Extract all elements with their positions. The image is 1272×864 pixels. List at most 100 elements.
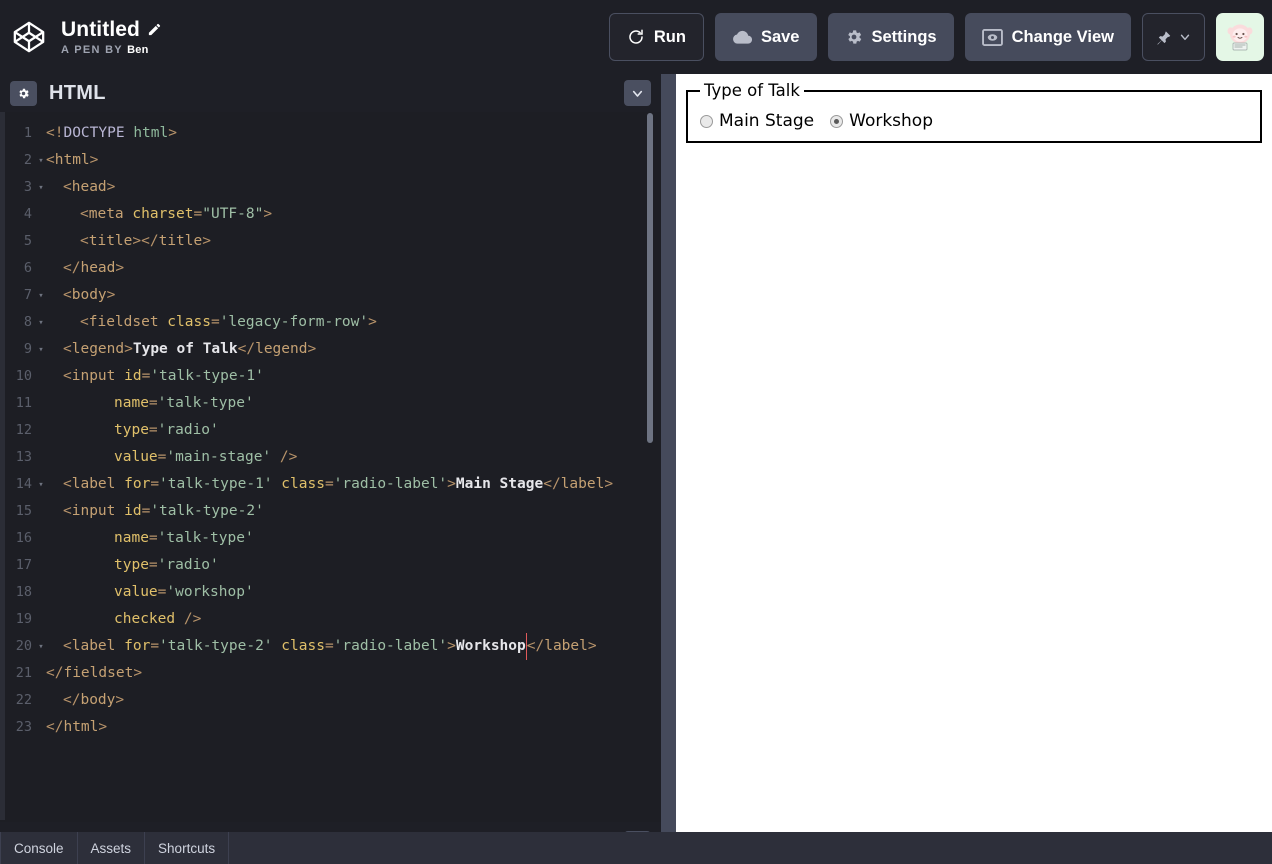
html-code-editor[interactable]: 1 <!DOCTYPE html> 2 ▾ <html> 3 ▾ <head> 4 <meta c…	[0, 112, 661, 820]
column-resize-handle[interactable]	[661, 74, 676, 832]
code-token: <	[80, 206, 89, 222]
code-line-text: <input id='talk-type-1'	[46, 363, 264, 390]
settings-button[interactable]: Settings	[827, 13, 954, 61]
code-fold-toggle-icon[interactable]: ▾	[36, 283, 46, 310]
pencil-icon[interactable]	[147, 22, 162, 37]
code-line[interactable]: 23 </html>	[0, 714, 645, 741]
bottom-tab-assets[interactable]: Assets	[78, 832, 146, 864]
code-line[interactable]: 1 <!DOCTYPE html>	[0, 120, 645, 147]
code-token: =	[210, 314, 220, 330]
code-line[interactable]: 10 <input id='talk-type-1'	[0, 363, 645, 390]
code-line[interactable]: 9 ▾ <legend>Type of Talk</legend>	[0, 336, 645, 363]
pin-dropdown-button[interactable]	[1142, 13, 1205, 61]
code-fold-toggle-icon[interactable]: ▾	[36, 175, 46, 202]
code-token: <	[80, 314, 89, 330]
code-fold-toggle-icon[interactable]: ▾	[36, 634, 46, 661]
code-token: >	[106, 287, 116, 303]
bottom-tab-console[interactable]: Console	[0, 832, 78, 864]
radio-label[interactable]: Workshop	[849, 111, 933, 131]
radio-dot	[834, 118, 840, 124]
code-token: >	[106, 179, 116, 195]
code-fold-toggle-icon[interactable]: ▾	[36, 337, 46, 364]
code-line[interactable]: 11 name='talk-type'	[0, 390, 645, 417]
code-line[interactable]: 16 name='talk-type'	[0, 525, 645, 552]
code-line[interactable]: 7 ▾ <body>	[0, 282, 645, 309]
code-token: 'talk-type'	[157, 530, 254, 546]
code-line[interactable]: 22 </body>	[0, 687, 645, 714]
code-line[interactable]: 14 ▾ <label for='talk-type-1' class='radio…	[0, 471, 645, 498]
code-scrollbar-thumb[interactable]	[647, 113, 653, 443]
code-line[interactable]: 15 <input id='talk-type-2'	[0, 498, 645, 525]
code-line[interactable]: 18 value='workshop'	[0, 579, 645, 606]
cloud-icon	[732, 29, 752, 45]
line-number: 9	[23, 341, 32, 357]
save-button-label: Save	[760, 27, 800, 46]
change-view-button[interactable]: Change View	[964, 13, 1131, 61]
code-line[interactable]: 17 type='radio'	[0, 552, 645, 579]
code-line[interactable]: 13 value='main-stage' />	[0, 444, 645, 471]
radio-workshop[interactable]	[830, 114, 844, 128]
radio-group: Main Stage Workshop	[700, 111, 933, 131]
code-line-text: <head>	[46, 174, 115, 201]
code-line[interactable]: 19 checked />	[0, 606, 645, 633]
code-token: charset	[123, 206, 194, 222]
pen-author[interactable]: Ben	[127, 44, 148, 56]
code-line-text: </html>	[46, 714, 107, 741]
code-line[interactable]: 4 <meta charset="UTF-8">	[0, 201, 645, 228]
code-token: <	[63, 503, 72, 519]
code-token: >	[98, 719, 108, 735]
code-line[interactable]: 20 ▾ <label for='talk-type-2' class='radio…	[0, 633, 645, 660]
run-button-label: Run	[653, 27, 686, 46]
code-token: <	[63, 341, 72, 357]
code-line-text: <title></title>	[46, 228, 211, 255]
code-token: </	[141, 233, 159, 249]
code-line[interactable]: 2 ▾ <html>	[0, 147, 645, 174]
code-token: =	[324, 476, 334, 492]
code-line-text: </fieldset>	[46, 660, 142, 687]
html-settings-gear-icon[interactable]	[10, 80, 37, 106]
code-token: >	[447, 638, 456, 654]
code-line[interactable]: 12 type='radio'	[0, 417, 645, 444]
run-button[interactable]: Run	[608, 13, 704, 61]
code-token: head	[71, 179, 107, 195]
code-token: </	[46, 665, 64, 681]
save-button[interactable]: Save	[714, 13, 817, 61]
code-line[interactable]: 6 </head>	[0, 255, 645, 282]
header-actions-group: Run Save Settings Change View	[608, 13, 1272, 61]
code-token: />	[175, 611, 202, 627]
code-token: >	[263, 206, 273, 222]
line-number: 17	[15, 557, 32, 573]
line-number: 21	[15, 665, 32, 681]
radio-main-stage[interactable]	[700, 114, 713, 128]
bottom-tab-shortcuts[interactable]: Shortcuts	[145, 832, 230, 864]
code-fold-toggle-icon[interactable]: ▾	[36, 310, 46, 337]
code-line-text: </head>	[46, 255, 124, 282]
code-token: Type of Talk	[132, 341, 238, 357]
code-token: </	[46, 719, 64, 735]
line-number: 1	[23, 125, 32, 141]
code-token: 'radio'	[157, 557, 219, 573]
html-collapse-chevron-down-icon[interactable]	[624, 80, 651, 106]
code-fold-toggle-icon[interactable]: ▾	[36, 472, 46, 499]
code-line[interactable]: 21 </fieldset>	[0, 660, 645, 687]
code-scrollbar-track[interactable]	[645, 112, 655, 820]
code-line[interactable]: 3 ▾ <head>	[0, 174, 645, 201]
code-token: >	[124, 341, 133, 357]
html-editor-title: HTML	[49, 81, 106, 104]
page-title[interactable]: Untitled	[61, 18, 140, 41]
code-fold-toggle-icon[interactable]: ▾	[36, 148, 46, 175]
code-line[interactable]: 8 ▾ <fieldset class='legacy-form-row'>	[0, 309, 645, 336]
code-token: =	[148, 422, 158, 438]
pen-title-row: Untitled	[61, 18, 162, 41]
code-token: 'radio-label'	[333, 476, 448, 492]
code-token: >	[132, 233, 142, 249]
radio-label[interactable]: Main Stage	[719, 111, 814, 131]
avatar[interactable]	[1216, 13, 1264, 61]
chevron-down-icon	[1178, 30, 1192, 44]
code-token: label	[71, 638, 116, 654]
code-token: >	[307, 341, 317, 357]
code-token: <	[63, 179, 72, 195]
code-line[interactable]: 5 <title></title>	[0, 228, 645, 255]
codepen-logo-icon[interactable]	[10, 18, 48, 56]
code-token: 'talk-type-1'	[159, 476, 273, 492]
